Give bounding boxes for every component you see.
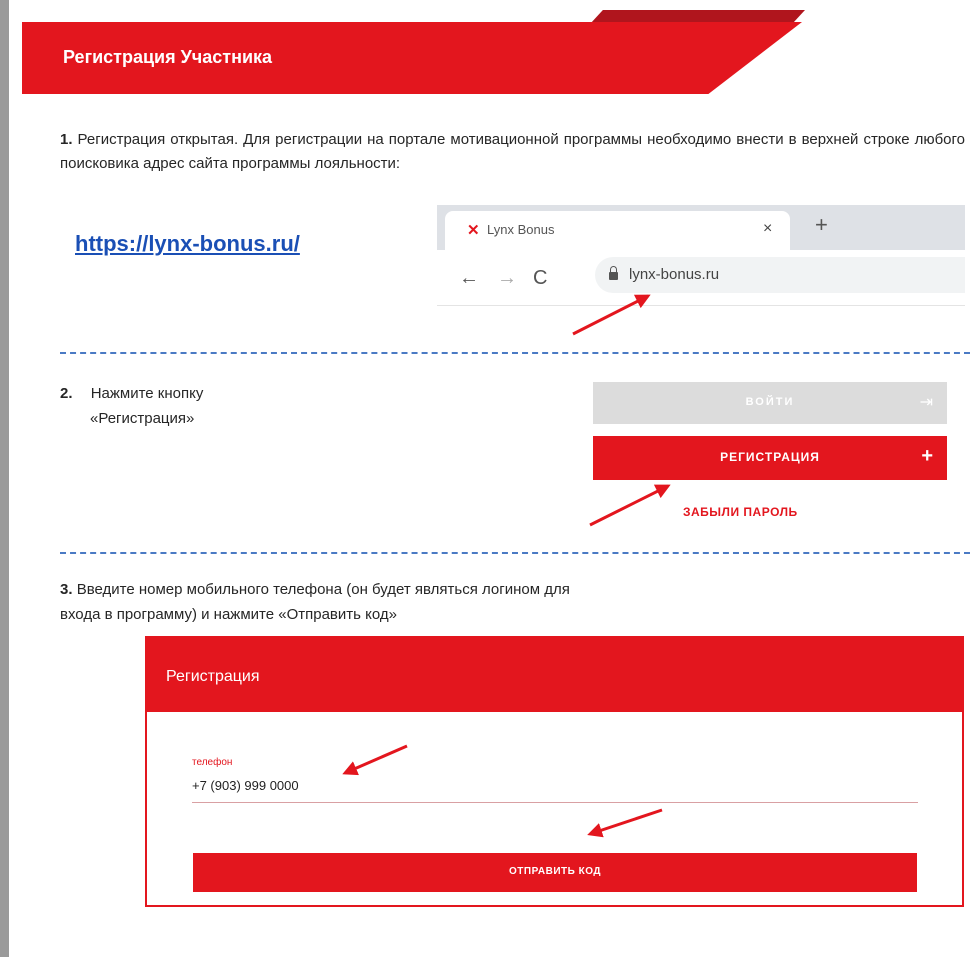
forgot-password-link[interactable]: ЗАБЫЛИ ПАРОЛЬ: [683, 505, 798, 519]
phone-input-underline: [192, 802, 918, 803]
login-button[interactable]: ВОЙТИ ⇥: [593, 382, 947, 424]
forward-arrow-icon[interactable]: →: [497, 267, 517, 290]
browser-tab[interactable]: ✕ Lynx Bonus ×: [445, 211, 790, 250]
phone-input[interactable]: +7 (903) 999 0000: [192, 778, 299, 793]
step1-number: 1.: [60, 131, 73, 148]
step3-line2: входа в программу) и нажмите «Отправить …: [60, 606, 397, 623]
section-divider: [60, 352, 970, 354]
section-divider: [60, 552, 970, 554]
lock-icon: [609, 266, 618, 280]
step2-number: 2.: [60, 385, 73, 402]
plus-icon: +: [921, 445, 933, 467]
register-button[interactable]: РЕГИСТРАЦИЯ +: [593, 436, 947, 480]
step2-text: 2. Нажмите кнопку: [60, 382, 203, 406]
send-code-button[interactable]: ОТПРАВИТЬ КОД: [193, 853, 917, 892]
reload-icon[interactable]: C: [533, 267, 547, 290]
close-icon[interactable]: ×: [763, 220, 772, 238]
plus-icon[interactable]: +: [815, 212, 828, 238]
step3-number: 3.: [60, 581, 73, 598]
modal-title: Регистрация: [166, 668, 260, 685]
page-left-border: [0, 0, 9, 957]
register-button-label: РЕГИСТРАЦИЯ: [720, 450, 820, 464]
registration-modal: Регистрация телефон +7 (903) 999 0000 ОТ…: [145, 636, 964, 907]
phone-field-label: телефон: [192, 757, 233, 768]
pointer-arrow-register: [589, 484, 671, 527]
back-arrow-icon[interactable]: ←: [459, 267, 479, 290]
send-code-button-label: ОТПРАВИТЬ КОД: [509, 866, 601, 877]
login-icon: ⇥: [919, 394, 933, 411]
browser-tab-title: Lynx Bonus: [487, 222, 555, 237]
login-button-label: ВОЙТИ: [745, 396, 795, 408]
step1-text: 1. Регистрация открытая. Для регистрации…: [60, 128, 965, 176]
section-title: Регистрация Участника: [63, 47, 273, 67]
step3-text: 3. Введите номер мобильного телефона (он…: [60, 578, 570, 602]
browser-tab-strip: ✕ Lynx Bonus × +: [437, 205, 965, 250]
browser-screenshot: ✕ Lynx Bonus × + ← → C lynx-bonus.ru: [437, 205, 965, 306]
modal-header: Регистрация: [147, 638, 962, 712]
step1-description: Регистрация открытая. Для регистрации на…: [60, 131, 965, 172]
banner-accent-shape: [590, 10, 805, 24]
step2-line2: «Регистрация»: [90, 410, 195, 427]
step3-line1: Введите номер мобильного телефона (он бу…: [76, 581, 570, 598]
site-url-link[interactable]: https://lynx-bonus.ru/: [75, 231, 300, 257]
lynx-favicon-icon: ✕: [467, 222, 480, 239]
step2-line1: Нажмите кнопку: [90, 385, 204, 402]
address-bar-url: lynx-bonus.ru: [629, 266, 720, 283]
